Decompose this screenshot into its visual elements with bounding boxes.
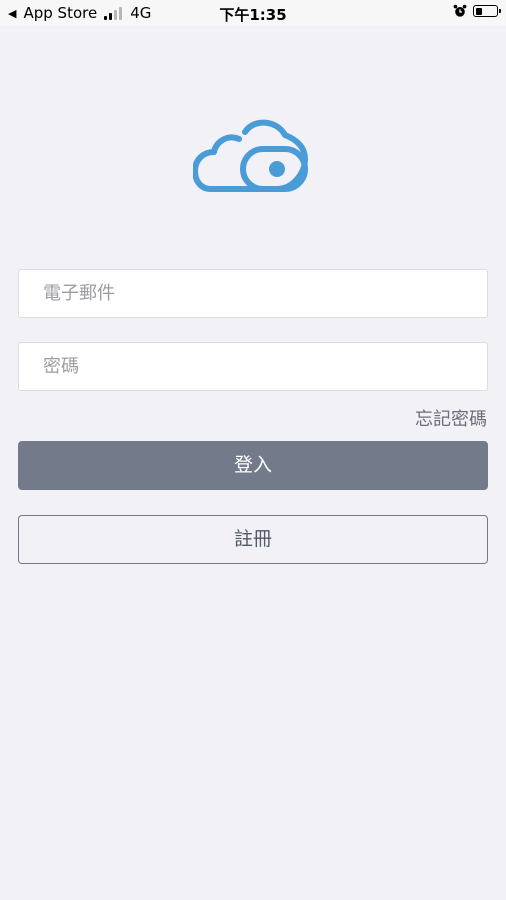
cloud-eye-icon: [193, 119, 308, 192]
battery-level: [475, 7, 482, 15]
password-field-container: [18, 342, 488, 391]
register-button[interactable]: 註冊: [18, 515, 488, 564]
status-bar: ◀ App Store 4G 下午1:35: [0, 0, 506, 26]
email-field-container: [18, 269, 488, 318]
battery-icon: [473, 5, 501, 17]
status-time: 下午1:35: [219, 6, 287, 24]
password-field[interactable]: [19, 343, 487, 390]
email-field[interactable]: [19, 270, 487, 317]
forgot-password-link[interactable]: 忘記密碼: [415, 405, 487, 431]
login-button[interactable]: 登入: [18, 441, 488, 490]
alarm-clock-icon: [453, 4, 467, 17]
status-right: [453, 4, 501, 18]
